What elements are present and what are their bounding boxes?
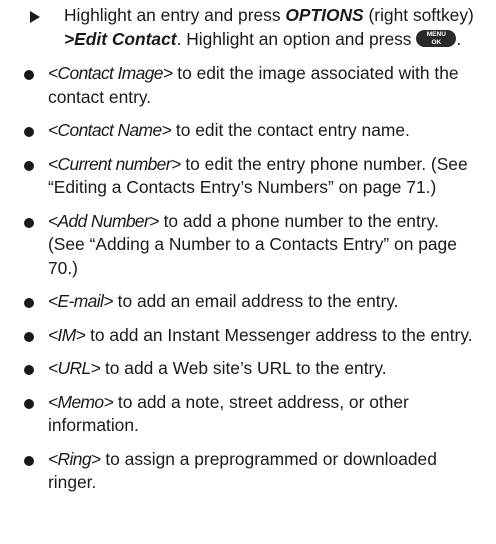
list-item: <Add Number> to add a phone number to th…: [22, 210, 474, 281]
list-item: <Memo> to add a note, street address, or…: [22, 391, 474, 438]
list-item: <Contact Image> to edit the image associ…: [22, 62, 474, 109]
list-item: <E-mail> to add an email address to the …: [22, 290, 474, 314]
option-token: <Add Number>: [48, 210, 159, 231]
bullet-icon: [24, 160, 34, 171]
step-text-1: Highlight an entry and press: [64, 5, 286, 25]
manual-page: Highlight an entry and press OPTIONS (ri…: [0, 0, 496, 544]
menu-key-bottom-text: OK: [431, 38, 442, 46]
step-text-2: (right softkey): [363, 5, 474, 25]
list-item: <URL> to add a Web site’s URL to the ent…: [22, 357, 474, 381]
option-token: <Contact Name>: [48, 120, 172, 140]
list-item: <Current number> to edit the entry phone…: [22, 153, 474, 200]
option-description: to assign a preprogrammed or downloaded …: [48, 448, 437, 493]
list-item: <IM> to add an Instant Messenger address…: [22, 324, 474, 348]
option-token: <Contact Image>: [48, 63, 173, 83]
option-description: to add a Web site’s URL to the entry.: [100, 358, 387, 378]
option-token: <Memo>: [48, 391, 114, 412]
step-arrow-icon: [30, 11, 40, 23]
option-token: <Current number>: [48, 153, 181, 174]
menu-ok-key-icon: MENU OK: [416, 30, 457, 48]
option-description: to add an email address to the entry.: [112, 291, 399, 311]
option-description: to edit the contact entry name.: [171, 120, 410, 140]
bullet-icon: [24, 217, 34, 228]
bullet-icon: [24, 365, 34, 375]
bullet-icon: [24, 455, 34, 466]
bullet-icon: [24, 70, 34, 80]
option-token: <E-mail>: [48, 291, 113, 311]
edit-contact-label: >Edit Contact: [64, 28, 177, 49]
instruction-step: Highlight an entry and press OPTIONS (ri…: [22, 0, 474, 51]
options-softkey-label: OPTIONS: [285, 5, 364, 25]
option-token: <URL>: [48, 358, 101, 378]
edit-options-list: <Contact Image> to edit the image associ…: [22, 62, 474, 495]
option-description: to add an Instant Messenger address to t…: [85, 324, 473, 345]
option-token: <IM>: [48, 324, 86, 345]
bullet-icon: [24, 398, 34, 409]
step-text-3: . Highlight an option and press: [176, 28, 417, 49]
menu-key-top-text: MENU: [426, 31, 446, 39]
list-item: <Contact Name> to edit the contact entry…: [22, 119, 474, 143]
bullet-icon: [24, 127, 34, 137]
list-item: <Ring> to assign a preprogrammed or down…: [22, 448, 474, 495]
bullet-icon: [24, 298, 34, 308]
step-text-4: .: [456, 28, 462, 49]
bullet-icon: [24, 331, 34, 342]
option-token: <Ring>: [48, 448, 101, 469]
